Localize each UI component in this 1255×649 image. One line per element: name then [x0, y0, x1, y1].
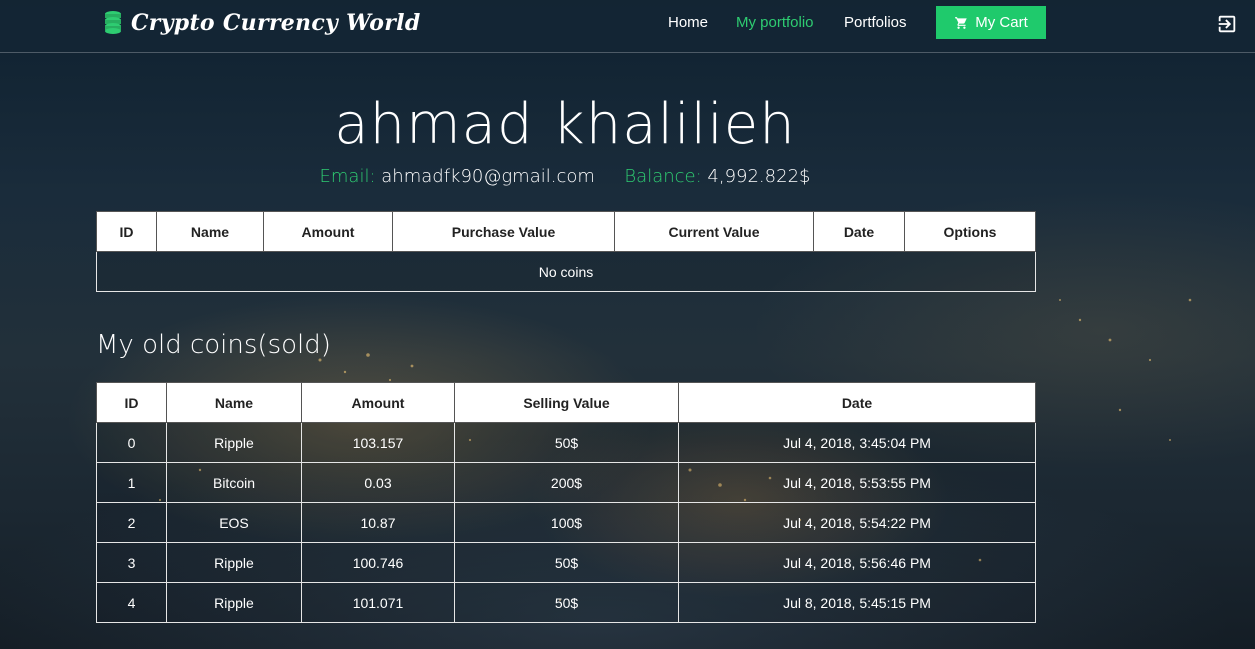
coin-stack-icon: [105, 11, 121, 34]
cell-date: Jul 4, 2018, 3:45:04 PM: [678, 422, 1036, 463]
column-header: Date: [813, 211, 905, 252]
sold-coins-table: ID Name Amount Selling Value Date 0 Ripp…: [96, 382, 1036, 623]
column-header: Selling Value: [454, 382, 679, 423]
cell-selling-value: 50$: [454, 422, 679, 463]
table-row: 0 Ripple 103.157 50$ Jul 4, 2018, 3:45:0…: [96, 422, 1036, 463]
cell-selling-value: 50$: [454, 542, 679, 583]
column-header: Amount: [263, 211, 393, 252]
column-header: ID: [96, 211, 157, 252]
column-header: Current Value: [614, 211, 814, 252]
table-row: 2 EOS 10.87 100$ Jul 4, 2018, 5:54:22 PM: [96, 502, 1036, 543]
cell-id: 3: [96, 542, 167, 583]
column-header: Purchase Value: [392, 211, 615, 252]
email-value: ahmadfk90@gmail.com: [381, 166, 595, 187]
cell-date: Jul 4, 2018, 5:56:46 PM: [678, 542, 1036, 583]
balance-label: Balance:: [624, 166, 702, 187]
table-header-row: ID Name Amount Purchase Value Current Va…: [96, 211, 1036, 252]
brand-name: Crypto Currency World: [131, 10, 421, 36]
table-header-row: ID Name Amount Selling Value Date: [96, 382, 1036, 423]
nav-portfolios[interactable]: Portfolios: [844, 14, 907, 31]
my-cart-button[interactable]: My Cart: [936, 6, 1046, 39]
nav-my-portfolio[interactable]: My portfolio: [736, 14, 814, 31]
sold-coins-title: My old coins(sold): [96, 330, 331, 360]
cell-selling-value: 200$: [454, 462, 679, 503]
cell-id: 0: [96, 422, 167, 463]
column-header: Amount: [301, 382, 455, 423]
cell-name: Ripple: [166, 422, 302, 463]
cell-date: Jul 4, 2018, 5:53:55 PM: [678, 462, 1036, 503]
balance-value: 4,992.822$: [707, 166, 811, 187]
column-header: ID: [96, 382, 167, 423]
cell-id: 4: [96, 582, 167, 623]
column-header: Name: [156, 211, 264, 252]
shopping-cart-icon: [955, 16, 967, 29]
portfolio-coins-table: ID Name Amount Purchase Value Current Va…: [96, 211, 1036, 292]
user-name: ahmad khalilieh: [334, 92, 796, 157]
cell-amount: 10.87: [301, 502, 455, 543]
cell-id: 2: [96, 502, 167, 543]
cell-selling-value: 100$: [454, 502, 679, 543]
table-row: 3 Ripple 100.746 50$ Jul 4, 2018, 5:56:4…: [96, 542, 1036, 583]
column-header: Options: [904, 211, 1036, 252]
table-row: 4 Ripple 101.071 50$ Jul 8, 2018, 5:45:1…: [96, 582, 1036, 623]
nav-home[interactable]: Home: [668, 14, 708, 31]
email-label: Email:: [319, 166, 376, 187]
cell-name: EOS: [166, 502, 302, 543]
cell-name: Ripple: [166, 542, 302, 583]
cell-amount: 101.071: [301, 582, 455, 623]
cell-selling-value: 50$: [454, 582, 679, 623]
empty-state-text: No coins: [96, 251, 1036, 292]
cell-amount: 100.746: [301, 542, 455, 583]
my-cart-label: My Cart: [975, 14, 1028, 31]
cell-name: Ripple: [166, 582, 302, 623]
table-row: 1 Bitcoin 0.03 200$ Jul 4, 2018, 5:53:55…: [96, 462, 1036, 503]
navbar: Crypto Currency World Home My portfolio …: [0, 0, 1255, 53]
user-info: Email: ahmadfk90@gmail.com Balance: 4,99…: [0, 166, 1130, 187]
cell-id: 1: [96, 462, 167, 503]
column-header: Name: [166, 382, 302, 423]
table-row: No coins: [96, 251, 1036, 292]
brand[interactable]: Crypto Currency World: [104, 10, 421, 36]
cell-amount: 103.157: [301, 422, 455, 463]
cell-amount: 0.03: [301, 462, 455, 503]
column-header: Date: [678, 382, 1036, 423]
cell-date: Jul 8, 2018, 5:45:15 PM: [678, 582, 1036, 623]
cell-name: Bitcoin: [166, 462, 302, 503]
logout-icon[interactable]: [1216, 13, 1238, 35]
cell-date: Jul 4, 2018, 5:54:22 PM: [678, 502, 1036, 543]
